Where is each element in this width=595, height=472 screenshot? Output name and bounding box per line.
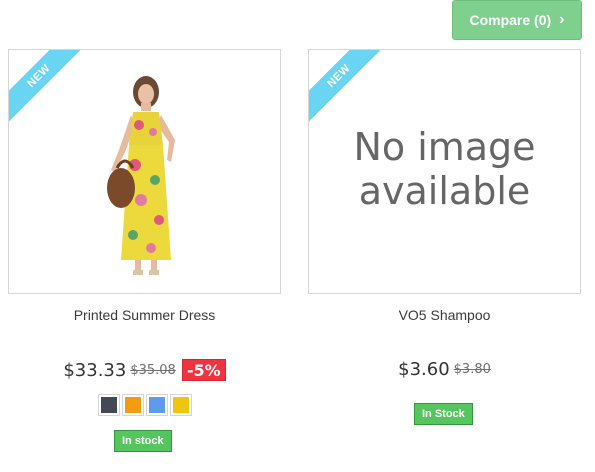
product-name-link[interactable]: Printed Summer Dress — [8, 307, 281, 323]
color-swatches — [98, 394, 192, 416]
color-swatch-fill — [101, 397, 117, 413]
new-badge: NEW — [309, 50, 388, 129]
discount-badge: -5% — [181, 359, 226, 381]
stock-badge: In stock — [114, 430, 172, 452]
product-card: No image available NEW VO5 Shampoo $3.60… — [308, 49, 581, 425]
new-ribbon: NEW — [309, 50, 388, 129]
compare-button[interactable]: Compare (0) › — [452, 0, 582, 40]
color-swatch-fill — [173, 397, 189, 413]
stock-badge: In Stock — [414, 403, 473, 425]
color-swatch[interactable] — [98, 394, 120, 416]
compare-button-label: Compare (0) — [469, 12, 552, 28]
product-image — [107, 76, 175, 275]
color-swatch[interactable] — [122, 394, 144, 416]
price-row: $3.60 $3.80 — [308, 359, 581, 380]
color-swatch[interactable] — [146, 394, 168, 416]
no-image-placeholder: No image available — [309, 125, 580, 213]
color-swatch-fill — [125, 397, 141, 413]
old-price: $3.80 — [453, 362, 491, 377]
new-ribbon: NEW — [9, 50, 88, 129]
old-price: $35.08 — [130, 362, 176, 378]
price-row: $33.33 $35.08 -5% — [8, 359, 281, 381]
no-image-line1: No image — [353, 125, 536, 169]
color-swatch[interactable] — [170, 394, 192, 416]
product-price: $33.33 — [63, 359, 127, 381]
no-image-line2: available — [358, 169, 531, 213]
product-price: $3.60 — [398, 359, 450, 380]
chevron-right-icon: › — [559, 11, 565, 28]
product-image-link[interactable]: NEW — [8, 49, 281, 294]
product-card: NEW Printed Summer Dress $33.33 $35.08 -… — [8, 49, 281, 452]
product-name-link[interactable]: VO5 Shampoo — [308, 307, 581, 323]
product-image-link[interactable]: No image available NEW — [308, 49, 581, 294]
new-badge: NEW — [9, 50, 88, 129]
color-swatch-fill — [149, 397, 165, 413]
